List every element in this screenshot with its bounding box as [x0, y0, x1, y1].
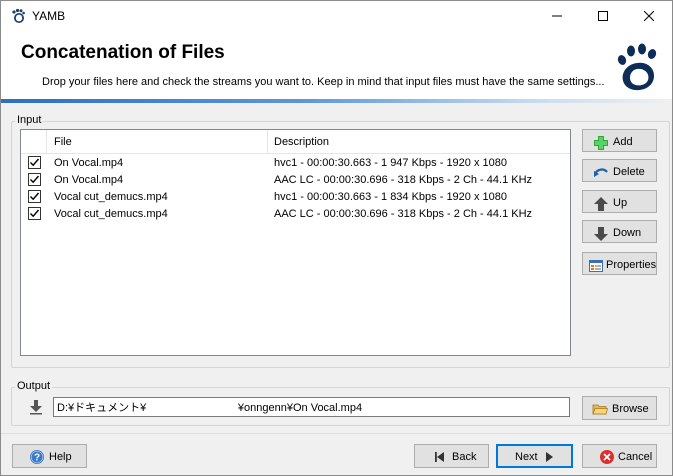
next-arrow-icon — [546, 452, 553, 462]
stream-checkbox[interactable] — [28, 190, 41, 203]
output-group-label: Output — [15, 380, 53, 392]
input-group-label: Input — [15, 114, 44, 126]
download-arrow-icon — [30, 400, 42, 415]
cancel-button[interactable]: Cancel — [582, 444, 657, 468]
list-header: File Description — [21, 130, 570, 154]
column-header-description[interactable]: Description — [274, 136, 329, 148]
row-file: On Vocal.mp4 — [54, 174, 124, 186]
stream-checkbox[interactable] — [28, 156, 41, 169]
cancel-button-label: Cancel — [618, 451, 653, 463]
output-path-field[interactable] — [53, 397, 570, 417]
banner-divider — [1, 99, 672, 103]
row-file: On Vocal.mp4 — [54, 157, 124, 169]
svg-text:?: ? — [34, 453, 40, 464]
delete-button-label: Delete — [613, 166, 645, 178]
delete-arrow-icon — [593, 168, 608, 177]
help-button-label: Help — [49, 451, 72, 463]
back-button-label: Back — [452, 451, 477, 463]
row-description: hvc1 - 00:00:30.663 - 1 947 Kbps - 1920 … — [274, 157, 507, 169]
stream-checkbox[interactable] — [28, 173, 41, 186]
list-item[interactable]: Vocal cut_demucs.mp4 hvc1 - 00:00:30.663… — [21, 189, 570, 206]
add-button-label: Add — [613, 136, 633, 148]
help-icon: ? — [30, 450, 44, 464]
checkmark-icon — [30, 175, 40, 184]
minimize-icon — [552, 15, 562, 17]
add-button[interactable]: Add — [582, 129, 657, 152]
minimize-button[interactable] — [534, 1, 580, 31]
row-file: Vocal cut_demucs.mp4 — [54, 191, 168, 203]
row-description: AAC LC - 00:00:30.696 - 318 Kbps - 2 Ch … — [274, 208, 533, 220]
checkmark-icon — [30, 158, 40, 167]
maximize-button[interactable] — [580, 1, 626, 31]
streams-list[interactable]: File Description On Vocal.mp4 hvc1 - 00:… — [20, 129, 571, 356]
folder-icon — [592, 404, 608, 415]
next-button-label: Next — [515, 451, 538, 463]
help-button[interactable]: ? Help — [12, 444, 87, 468]
checkmark-icon — [30, 209, 40, 218]
browse-button-label: Browse — [612, 403, 649, 415]
row-file: Vocal cut_demucs.mp4 — [54, 208, 168, 220]
delete-button[interactable]: Delete — [582, 159, 657, 182]
down-button[interactable]: Down — [582, 220, 657, 243]
gnome-foot-icon — [12, 8, 25, 23]
back-arrow-icon — [435, 452, 444, 462]
footer-divider — [1, 433, 672, 434]
properties-icon — [589, 260, 603, 272]
down-button-label: Down — [613, 227, 642, 239]
column-separator — [46, 130, 47, 154]
close-button[interactable] — [626, 1, 672, 31]
header-banner: Concatenation of Files Drop your files h… — [1, 31, 672, 99]
plus-icon — [594, 136, 608, 150]
next-button[interactable]: Next — [496, 444, 573, 468]
list-item[interactable]: Vocal cut_demucs.mp4 AAC LC - 00:00:30.6… — [21, 206, 570, 223]
properties-button[interactable]: Properties — [582, 252, 657, 275]
arrow-up-icon — [594, 197, 608, 211]
stream-checkbox[interactable] — [28, 207, 41, 220]
cancel-icon — [600, 450, 614, 464]
row-description: AAC LC - 00:00:30.696 - 318 Kbps - 2 Ch … — [274, 174, 533, 186]
checkmark-icon — [30, 192, 40, 201]
up-button[interactable]: Up — [582, 190, 657, 213]
page-title: Concatenation of Files — [21, 42, 225, 63]
list-item[interactable]: On Vocal.mp4 hvc1 - 00:00:30.663 - 1 947… — [21, 155, 570, 172]
back-button[interactable]: Back — [414, 444, 489, 468]
up-button-label: Up — [613, 197, 628, 209]
row-description: hvc1 - 00:00:30.663 - 1 834 Kbps - 1920 … — [274, 191, 507, 203]
page-subtitle: Drop your files here and check the strea… — [42, 76, 605, 88]
title-bar: YAMB — [1, 1, 672, 31]
properties-button-label: Properties — [606, 259, 657, 271]
close-icon — [644, 11, 654, 21]
window-title: YAMB — [32, 9, 66, 23]
column-separator — [267, 130, 268, 154]
browse-button[interactable]: Browse — [582, 396, 657, 420]
gnome-logo-icon — [617, 43, 657, 91]
list-item[interactable]: On Vocal.mp4 AAC LC - 00:00:30.696 - 318… — [21, 172, 570, 189]
maximize-icon — [598, 11, 608, 21]
yamb-window: YAMB Concatenation of Files Drop your fi… — [0, 0, 673, 476]
arrow-down-icon — [594, 227, 608, 241]
column-header-file[interactable]: File — [54, 136, 72, 148]
